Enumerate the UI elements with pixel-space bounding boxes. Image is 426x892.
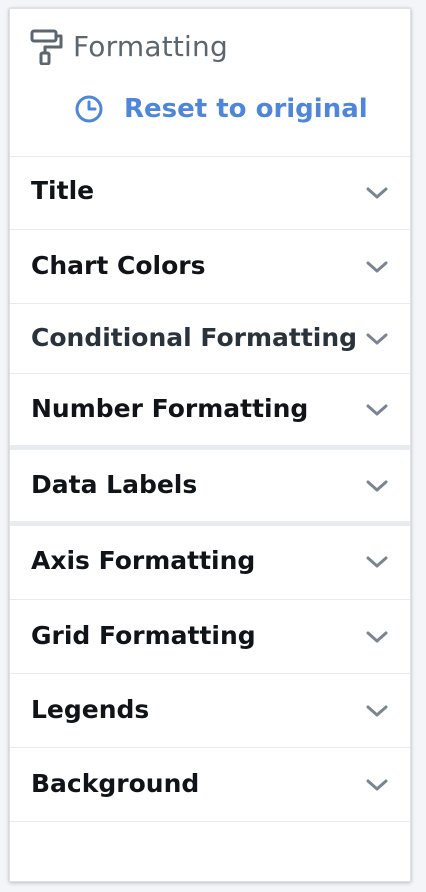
section-chart-colors[interactable]: Chart Colors bbox=[10, 230, 410, 304]
panel-title: Formatting bbox=[73, 30, 228, 63]
chevron-down-icon[interactable] bbox=[365, 703, 389, 719]
section-axis-formatting[interactable]: Axis Formatting bbox=[10, 526, 410, 600]
chevron-down-icon[interactable] bbox=[365, 402, 389, 418]
section-conditional-formatting[interactable]: Conditional Formatting bbox=[10, 304, 410, 374]
section-label: Axis Formatting bbox=[31, 546, 256, 575]
paint-roller-icon bbox=[30, 29, 63, 65]
chevron-down-icon[interactable] bbox=[365, 629, 389, 645]
clock-icon bbox=[75, 95, 103, 123]
section-data-labels[interactable]: Data Labels bbox=[10, 450, 410, 526]
chevron-down-icon[interactable] bbox=[365, 259, 389, 275]
chevron-down-icon[interactable] bbox=[365, 185, 389, 201]
reset-label: Reset to original bbox=[124, 94, 368, 124]
section-background[interactable]: Background bbox=[10, 748, 410, 822]
section-label: Title bbox=[31, 176, 95, 205]
section-label: Number Formatting bbox=[31, 394, 309, 423]
section-number-formatting[interactable]: Number Formatting bbox=[10, 374, 410, 450]
section-label: Legends bbox=[31, 695, 150, 724]
section-label: Grid Formatting bbox=[31, 621, 256, 650]
section-label: Chart Colors bbox=[31, 251, 206, 280]
section-label: Background bbox=[31, 769, 200, 798]
reset-to-original-button[interactable]: Reset to original bbox=[74, 91, 368, 127]
section-label: Conditional Formatting bbox=[31, 323, 358, 352]
formatting-panel: Formatting Reset to original Title Chart… bbox=[9, 8, 411, 882]
chevron-down-icon[interactable] bbox=[365, 478, 389, 494]
section-legends[interactable]: Legends bbox=[10, 674, 410, 748]
chevron-down-icon[interactable] bbox=[365, 777, 389, 793]
section-label: Data Labels bbox=[31, 470, 198, 499]
panel-header: Formatting Reset to original bbox=[10, 9, 410, 157]
section-list: Title Chart Colors Conditional Formattin… bbox=[10, 156, 410, 822]
chevron-down-icon[interactable] bbox=[365, 554, 389, 570]
section-grid-formatting[interactable]: Grid Formatting bbox=[10, 600, 410, 674]
chevron-down-icon[interactable] bbox=[365, 331, 389, 347]
section-title[interactable]: Title bbox=[10, 156, 410, 230]
